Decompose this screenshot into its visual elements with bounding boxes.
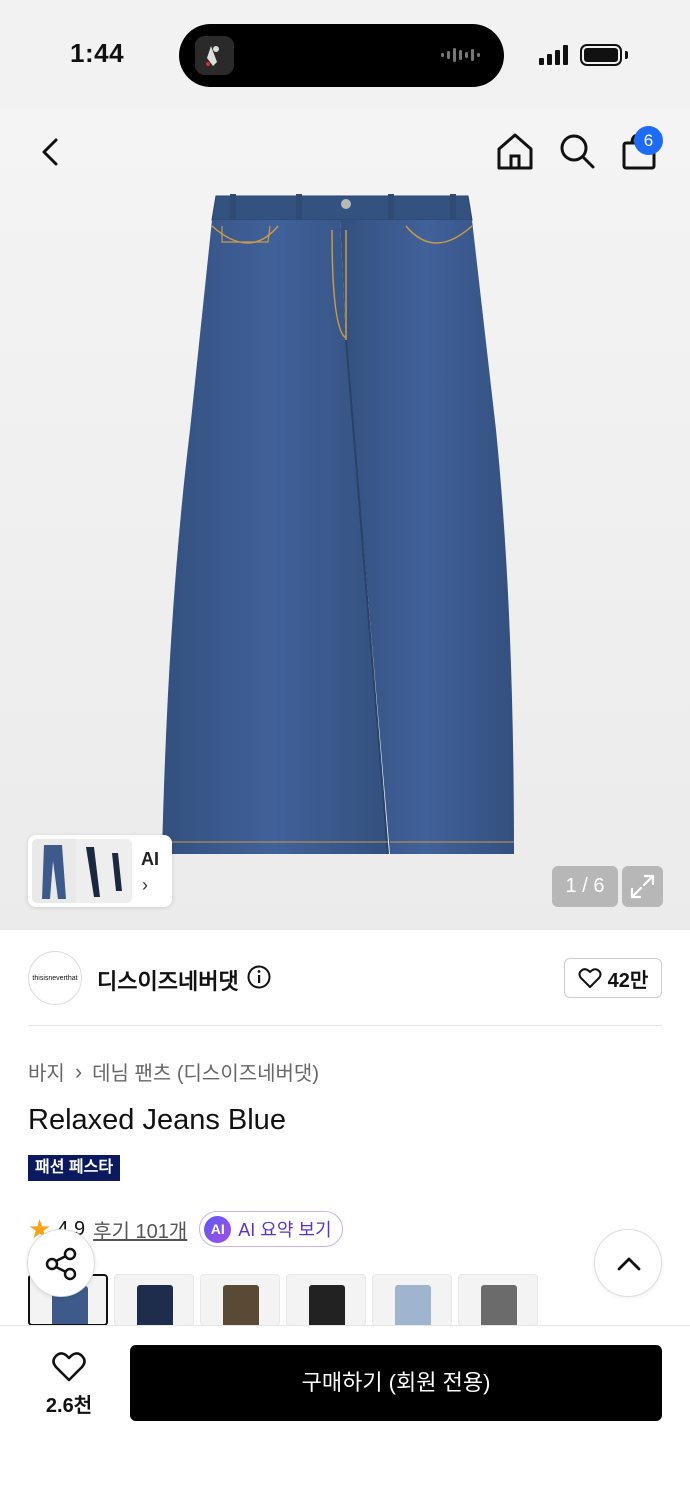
swatch-dark-blue[interactable]	[114, 1274, 194, 1326]
audio-wave-icon	[441, 46, 480, 64]
fashion-festa-badge: 패션 페스타	[28, 1155, 121, 1181]
status-indicators	[539, 44, 628, 66]
image-counter: 1 / 6	[552, 866, 618, 907]
status-time: 1:44	[70, 38, 125, 68]
ai-thumbnail-image	[32, 839, 132, 903]
chevron-right-icon: ›	[142, 875, 148, 895]
back-icon[interactable]	[32, 132, 68, 172]
search-icon[interactable]	[556, 130, 598, 172]
ai-icon: AI	[204, 1215, 232, 1243]
brand-like-button[interactable]: 42만	[564, 958, 662, 998]
divider	[28, 1025, 662, 1026]
battery-tip	[625, 51, 628, 59]
chevron-up-icon	[617, 1257, 641, 1271]
brand-logo[interactable]: thisisneverthat	[28, 951, 82, 1005]
reviews-link[interactable]: 후기 101개	[93, 1215, 187, 1244]
expand-icon[interactable]	[622, 866, 663, 907]
swatch-brown[interactable]	[200, 1274, 280, 1326]
cart-count-badge: 6	[634, 126, 663, 155]
ai-summary-label: AI 요약 보기	[238, 1220, 332, 1240]
color-swatches	[28, 1274, 538, 1326]
buy-button[interactable]: 구매하기 (회원 전용)	[130, 1345, 662, 1421]
ai-label: AI	[141, 849, 159, 869]
brand-name[interactable]: 디스이즈네버댓	[97, 964, 239, 996]
top-nav	[0, 110, 690, 195]
brand-like-count: 42만	[607, 969, 649, 992]
heart-icon	[52, 1352, 86, 1382]
breadcrumb-category[interactable]: 바지	[28, 1057, 65, 1086]
ai-summary-button[interactable]: AI AI 요약 보기	[199, 1211, 343, 1247]
swatch-light-blue[interactable]	[372, 1274, 452, 1326]
heart-icon	[578, 968, 602, 988]
swatch-gray[interactable]	[458, 1274, 538, 1326]
product-image-jeans[interactable]	[150, 190, 530, 860]
share-icon	[45, 1247, 77, 1281]
status-bar: 1:44	[0, 0, 690, 110]
now-playing-icon	[195, 36, 234, 75]
cellular-signal-icon	[539, 45, 568, 65]
dynamic-island	[179, 24, 504, 87]
home-icon[interactable]	[494, 130, 536, 172]
chevron-right-icon: ›	[74, 1058, 83, 1084]
share-button[interactable]	[27, 1229, 95, 1297]
product-title: Relaxed Jeans Blue	[28, 1104, 286, 1136]
swatch-black[interactable]	[286, 1274, 366, 1326]
breadcrumb: 바지 › 데님 팬츠 (디스이즈네버댓)	[28, 1057, 319, 1086]
wishlist-count: 2.6천	[45, 1395, 93, 1417]
battery-icon	[580, 44, 622, 66]
ai-styling-thumbnail[interactable]: AI ›	[28, 835, 172, 907]
info-icon[interactable]	[246, 964, 272, 990]
scroll-to-top-button[interactable]	[594, 1229, 662, 1297]
breadcrumb-subcategory[interactable]: 데님 팬츠 (디스이즈네버댓)	[92, 1057, 319, 1086]
